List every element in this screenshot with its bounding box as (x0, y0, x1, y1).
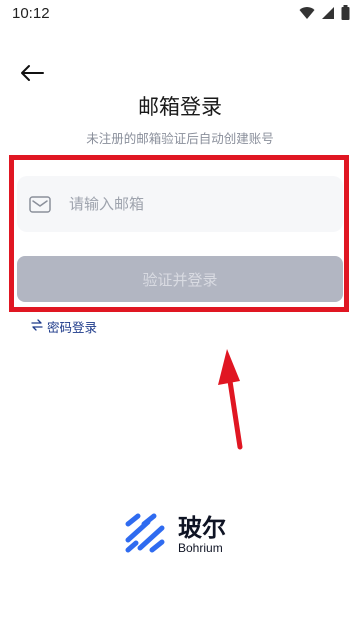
back-arrow-icon (19, 64, 45, 86)
annotation-arrow (218, 349, 243, 450)
brand-name: 玻尔 (178, 514, 226, 542)
brand-logo: 玻尔 Bohrium (122, 510, 226, 560)
battery-icon (341, 4, 350, 24)
verify-login-button[interactable]: 验证并登录 (17, 256, 343, 302)
status-time: 10:12 (12, 5, 50, 22)
email-input[interactable] (67, 194, 311, 214)
brand-english-name: Bohrium (178, 541, 223, 555)
password-login-link[interactable]: 密码登录 (31, 317, 97, 336)
brand-text: 玻尔 Bohrium (178, 515, 226, 555)
page-title: 邮箱登录 (138, 95, 222, 119)
wifi-icon (299, 5, 315, 24)
signal-icon (321, 5, 335, 24)
page-subtitle: 未注册的邮箱验证后自动创建账号 (86, 131, 274, 146)
swap-icon (31, 319, 43, 334)
back-button[interactable] (18, 62, 46, 88)
mail-icon (29, 194, 53, 214)
status-icons (299, 4, 350, 24)
email-field[interactable] (17, 176, 343, 232)
bohrium-logo-icon (122, 510, 168, 560)
password-login-label: 密码登录 (47, 320, 98, 335)
status-bar: 10:12 (0, 0, 360, 28)
